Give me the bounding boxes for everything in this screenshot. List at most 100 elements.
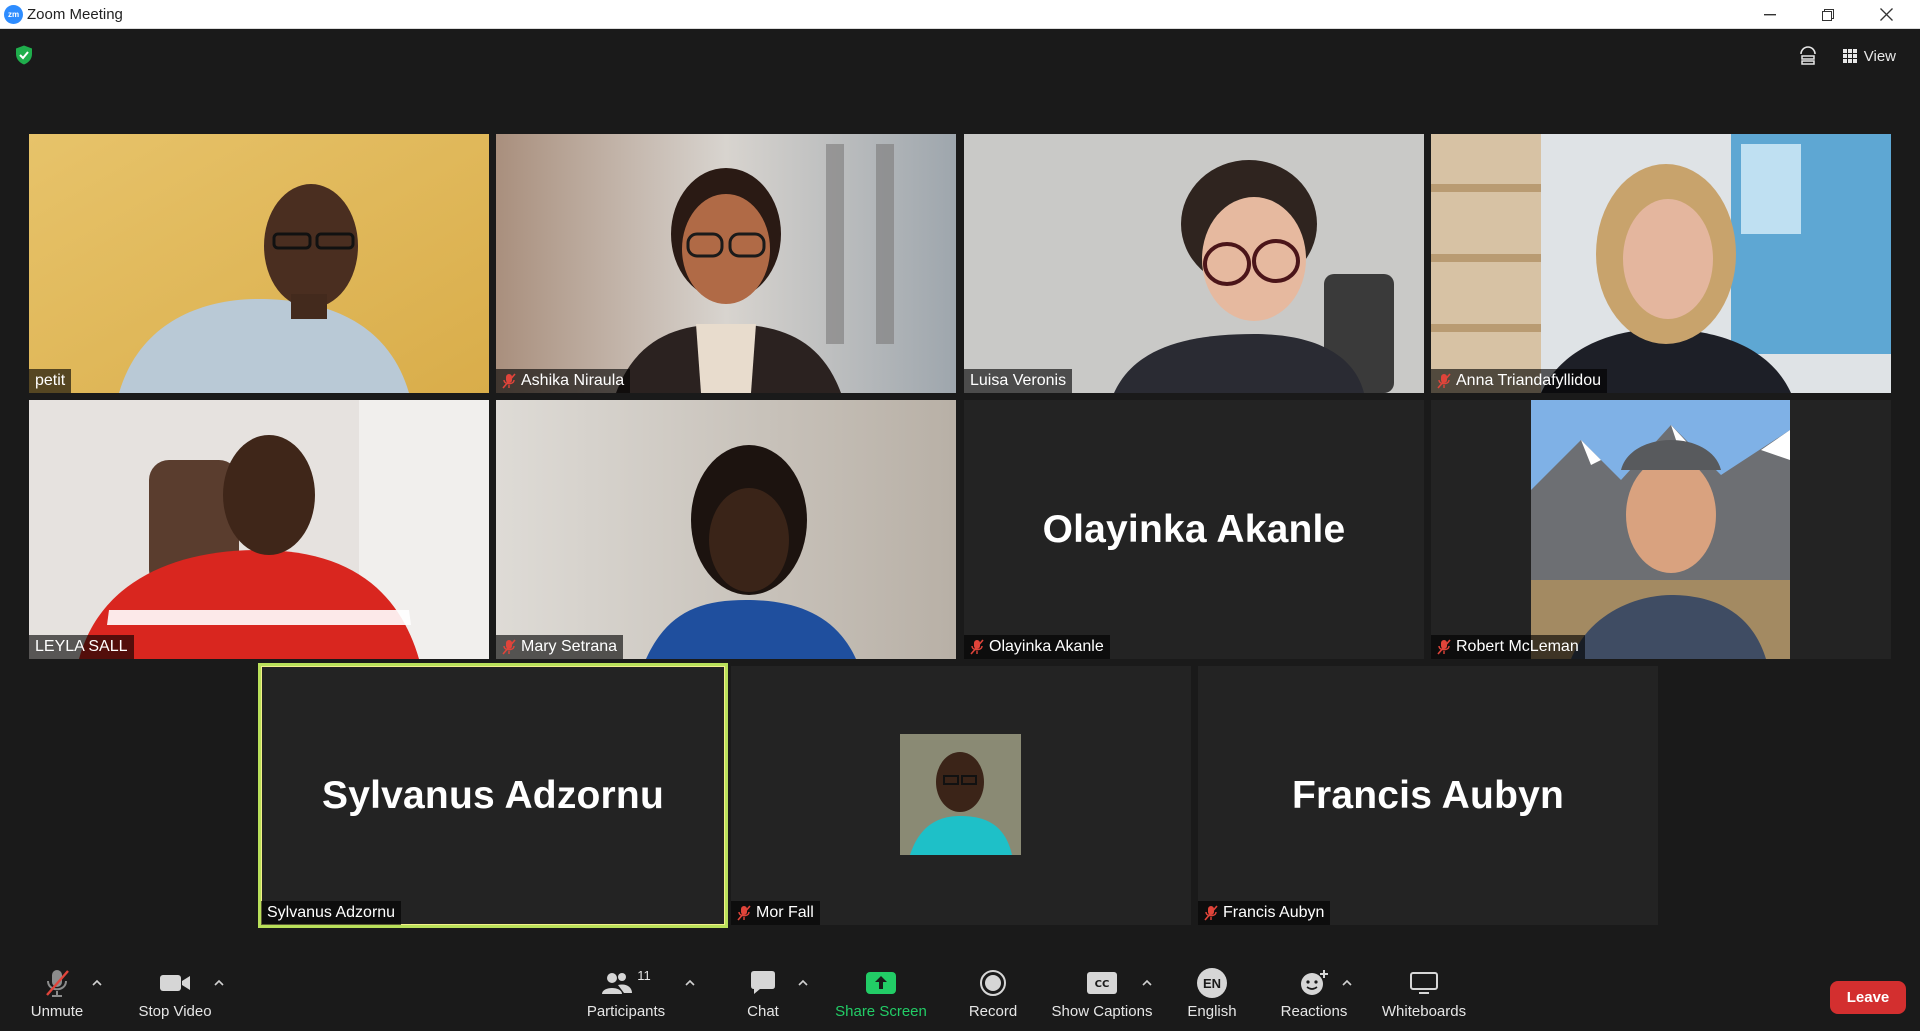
record-button[interactable]: Record — [960, 966, 1026, 1024]
muted-mic-icon — [1437, 639, 1451, 655]
whiteboards-label: Whiteboards — [1381, 1003, 1467, 1020]
whiteboards-button[interactable]: Whiteboards — [1374, 966, 1474, 1024]
muted-mic-icon — [737, 905, 751, 921]
video-tile[interactable]: petit — [29, 134, 489, 393]
participant-display-name: Olayinka Akanle — [1042, 507, 1346, 551]
top-right-controls: View — [1791, 39, 1920, 73]
video-tile[interactable]: Ashika Niraula — [496, 134, 956, 393]
participant-name-tag: petit — [29, 369, 72, 393]
view-button[interactable]: View — [1837, 40, 1906, 72]
participant-name: Mor Fall — [756, 904, 814, 921]
share-screen-icon — [866, 972, 896, 994]
language-interpretation-button[interactable]: EN English — [1181, 966, 1243, 1024]
participant-name: Francis Aubyn — [1223, 904, 1325, 921]
meeting-stage: View petit Ashika Niraula Luisa Veronis … — [0, 29, 1920, 959]
captions-options-caret-icon[interactable] — [1141, 978, 1153, 988]
name-only-tile[interactable]: Olayinka Akanle Olayinka Akanle — [964, 400, 1424, 659]
participant-video — [1431, 134, 1891, 393]
participant-name-tag: LEYLA SALL — [29, 635, 134, 659]
participant-video — [496, 134, 956, 393]
video-tile[interactable]: Anna Triandafyllidou — [1431, 134, 1891, 393]
chat-label: Chat — [747, 1003, 779, 1020]
participant-name: Robert McLeman — [1456, 638, 1579, 655]
muted-mic-icon — [970, 639, 984, 655]
share-screen-label: Share Screen — [835, 1003, 927, 1020]
participant-name-tag: Ashika Niraula — [496, 369, 631, 393]
zoom-logo-icon: zm — [4, 5, 23, 24]
participant-name: Sylvanus Adzornu — [267, 904, 396, 921]
participant-name: Luisa Veronis — [970, 372, 1067, 389]
participants-count: 11 — [637, 968, 651, 983]
window-title: Zoom Meeting — [27, 6, 123, 23]
meeting-toolbar: Unmute Stop Video 11 Participants Chat S… — [0, 959, 1920, 1031]
encryption-shield-icon[interactable] — [15, 45, 33, 65]
unmute-label: Unmute — [30, 1003, 84, 1020]
reactions-smiley-icon — [1301, 970, 1328, 995]
participant-display-name: Sylvanus Adzornu — [322, 773, 664, 817]
participant-name: Mary Setrana — [521, 638, 618, 655]
active-speaker-tile[interactable]: Sylvanus Adzornu Sylvanus Adzornu — [258, 663, 728, 928]
participant-name-tag: Anna Triandafyllidou — [1431, 369, 1607, 393]
participant-name: LEYLA SALL — [35, 638, 128, 655]
participants-label: Participants — [586, 1003, 666, 1020]
video-options-caret-icon[interactable] — [213, 978, 225, 988]
leave-meeting-button[interactable]: Leave — [1830, 981, 1906, 1014]
participants-icon — [602, 973, 633, 994]
record-label: Record — [968, 1003, 1018, 1020]
participant-video — [964, 134, 1424, 393]
immersive-scene-icon — [1799, 46, 1816, 65]
close-window-button[interactable] — [1857, 0, 1915, 29]
participant-name-tag: Robert McLeman — [1431, 635, 1585, 659]
name-only-tile[interactable]: Francis Aubyn Francis Aubyn — [1198, 666, 1658, 925]
unmute-button[interactable]: Unmute — [22, 966, 92, 1024]
microphone-muted-icon — [46, 970, 69, 997]
reactions-label: Reactions — [1280, 1003, 1348, 1020]
avatar-tile[interactable]: Mor Fall — [731, 666, 1191, 925]
video-tile[interactable]: Luisa Veronis — [964, 134, 1424, 393]
minimize-button[interactable] — [1741, 0, 1799, 29]
closed-captions-icon: CC — [1087, 972, 1117, 994]
close-icon — [1879, 8, 1893, 21]
share-screen-button[interactable]: Share Screen — [830, 966, 932, 1024]
muted-mic-icon — [1437, 373, 1451, 389]
participant-name-tag: Mor Fall — [731, 901, 820, 925]
audio-options-caret-icon[interactable] — [91, 978, 103, 988]
restore-button[interactable] — [1799, 0, 1857, 29]
participant-video — [496, 400, 956, 659]
chat-button[interactable]: Chat — [735, 966, 791, 1024]
video-tile[interactable]: Robert McLeman — [1431, 400, 1891, 659]
show-captions-label: Show Captions — [1051, 1003, 1153, 1020]
muted-mic-icon — [502, 639, 516, 655]
participant-video — [29, 400, 489, 659]
participant-name: petit — [35, 372, 66, 389]
participant-name-tag: Francis Aubyn — [1198, 901, 1331, 925]
participant-name: Ashika Niraula — [521, 372, 625, 389]
english-label: English — [1187, 1003, 1237, 1020]
participant-name: Olayinka Akanle — [989, 638, 1104, 655]
chat-options-caret-icon[interactable] — [797, 978, 809, 988]
language-globe-icon: EN — [1197, 968, 1227, 998]
reactions-button[interactable]: Reactions — [1276, 966, 1352, 1024]
whiteboard-icon — [1410, 972, 1438, 994]
record-icon — [980, 970, 1006, 996]
video-camera-icon — [160, 975, 190, 991]
reactions-options-caret-icon[interactable] — [1341, 978, 1353, 988]
restore-icon — [1822, 8, 1834, 21]
participants-button[interactable]: 11 Participants — [580, 966, 672, 1024]
minimize-icon — [1764, 13, 1776, 15]
participant-avatar — [900, 734, 1021, 855]
participants-options-caret-icon[interactable] — [684, 978, 696, 988]
participant-video — [29, 134, 489, 393]
participant-name: Anna Triandafyllidou — [1456, 372, 1601, 389]
chat-bubble-icon — [751, 971, 775, 994]
participant-name-tag: Luisa Veronis — [964, 369, 1073, 393]
immersive-view-button[interactable] — [1791, 40, 1825, 72]
show-captions-button[interactable]: CC Show Captions — [1049, 966, 1155, 1024]
participant-display-name: Francis Aubyn — [1291, 773, 1565, 817]
video-tile[interactable]: Mary Setrana — [496, 400, 956, 659]
video-tile[interactable]: LEYLA SALL — [29, 400, 489, 659]
view-label: View — [1863, 47, 1896, 65]
participant-name-tag: Olayinka Akanle — [964, 635, 1110, 659]
stop-video-button[interactable]: Stop Video — [130, 966, 220, 1024]
stop-video-label: Stop Video — [138, 1003, 212, 1020]
